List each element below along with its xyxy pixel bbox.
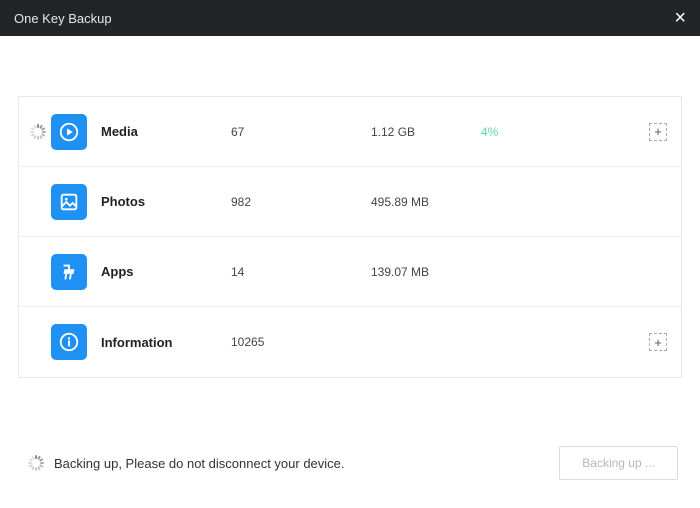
category-row-media: Media 67 1.12 GB 4% + <box>19 97 681 167</box>
category-row-information: Information 10265 + <box>19 307 681 377</box>
category-row-photos: Photos 982 495.89 MB <box>19 167 681 237</box>
backing-up-button[interactable]: Backing up ... <box>559 446 678 480</box>
category-count: 982 <box>231 195 371 209</box>
category-label: Photos <box>101 194 231 209</box>
loading-spinner-icon <box>28 455 44 471</box>
category-label: Media <box>101 124 231 139</box>
row-spinner-slot <box>25 124 51 140</box>
close-icon[interactable]: × <box>674 8 686 28</box>
apps-icon <box>51 254 87 290</box>
category-size: 495.89 MB <box>371 195 481 209</box>
photos-icon <box>51 184 87 220</box>
footer-bar: Backing up, Please do not disconnect you… <box>0 446 700 480</box>
title-bar: One Key Backup × <box>0 0 700 36</box>
category-count: 67 <box>231 125 371 139</box>
loading-spinner-icon <box>30 124 46 140</box>
category-size: 139.07 MB <box>371 265 481 279</box>
category-count: 14 <box>231 265 371 279</box>
media-icon <box>51 114 87 150</box>
category-row-apps: Apps 14 139.07 MB <box>19 237 681 307</box>
backup-category-list: Media 67 1.12 GB 4% + Photos 982 495.89 … <box>18 96 682 378</box>
content-area: Media 67 1.12 GB 4% + Photos 982 495.89 … <box>0 36 700 378</box>
footer-spinner-slot <box>22 455 50 471</box>
category-size: 1.12 GB <box>371 125 481 139</box>
category-count: 10265 <box>231 335 371 349</box>
category-label: Apps <box>101 264 231 279</box>
add-target-button[interactable]: + <box>649 333 667 351</box>
footer-status-message: Backing up, Please do not disconnect you… <box>54 456 345 471</box>
category-percent: 4% <box>481 125 541 139</box>
information-icon <box>51 324 87 360</box>
window-title: One Key Backup <box>14 11 674 26</box>
category-label: Information <box>101 335 231 350</box>
add-target-button[interactable]: + <box>649 123 667 141</box>
